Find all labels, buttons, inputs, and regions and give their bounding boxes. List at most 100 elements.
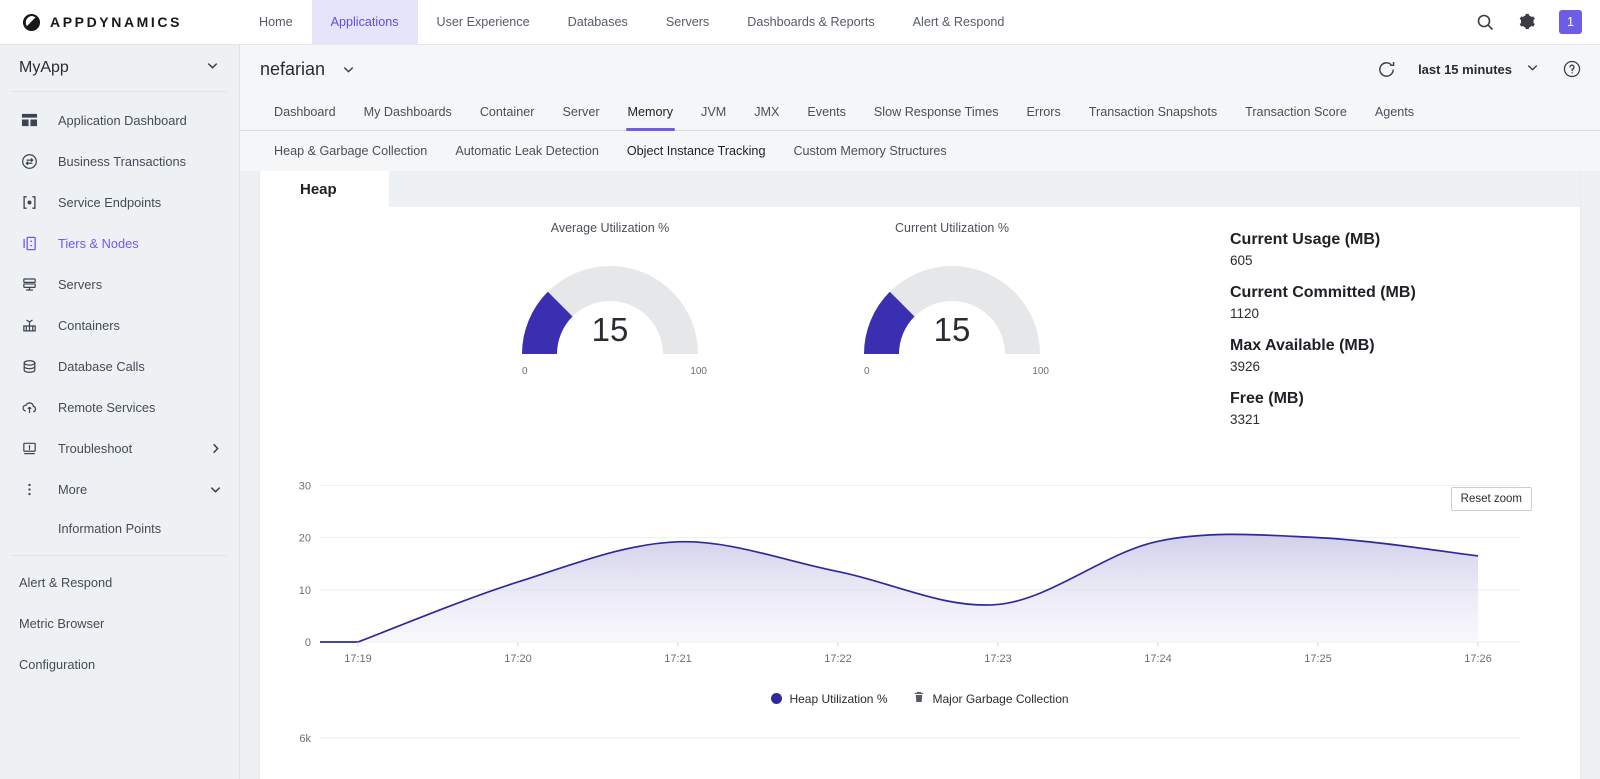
sidebar-item-information-points[interactable]: Information Points — [0, 510, 239, 547]
svg-text:17:24: 17:24 — [1144, 653, 1172, 665]
sidebar-item-label: Business Transactions — [58, 154, 187, 169]
nav-applications[interactable]: Applications — [311, 0, 418, 44]
metric-max-available: Max Available (MB) 3926 — [1230, 337, 1534, 374]
subtab-object-instance-tracking[interactable]: Object Instance Tracking — [613, 144, 780, 158]
sidebar-item-configuration[interactable]: Configuration — [0, 644, 239, 685]
chart-canvas[interactable]: 0 10 20 30 17:19 17:20 17:21 17:22 17:23 17:24 17:… — [280, 457, 1530, 682]
chart-canvas-2[interactable]: 6k — [280, 718, 1530, 758]
sidebar-item-metric-browser[interactable]: Metric Browser — [0, 603, 239, 644]
tab-errors[interactable]: Errors — [1013, 93, 1075, 130]
metric-value: 3926 — [1230, 359, 1261, 374]
heap-panel: Heap Average Utilization % 15 0 100 Curr… — [260, 171, 1580, 779]
sidebar-item-remote-services[interactable]: Remote Services — [0, 387, 239, 428]
nav-databases[interactable]: Databases — [549, 0, 647, 44]
servers-stack-icon — [16, 276, 42, 293]
brand[interactable]: APPDYNAMICS — [0, 0, 240, 44]
chevron-right-icon[interactable] — [208, 441, 223, 456]
svg-text:20: 20 — [299, 533, 311, 545]
nav-dashboards-reports[interactable]: Dashboards & Reports — [728, 0, 893, 44]
transactions-arrows-icon — [16, 153, 42, 170]
tab-bar: Dashboard My Dashboards Container Server… — [240, 93, 1600, 131]
tab-memory[interactable]: Memory — [614, 93, 687, 131]
secondary-chart[interactable]: 6k — [280, 718, 1560, 763]
gauges-row: Average Utilization % 15 0 100 Current U… — [280, 207, 1560, 443]
sidebar-item-label: More — [58, 482, 88, 497]
tab-transaction-score[interactable]: Transaction Score — [1231, 93, 1361, 130]
chevron-down-icon[interactable] — [208, 482, 223, 497]
sidebar-item-more[interactable]: More — [0, 469, 239, 510]
tab-jmx[interactable]: JMX — [740, 93, 793, 130]
service-endpoint-icon — [16, 194, 42, 211]
metric-label: Max Available (MB) — [1230, 337, 1375, 354]
metric-label: Free (MB) — [1230, 390, 1304, 407]
metric-value: 3321 — [1230, 412, 1261, 427]
tab-dashboard[interactable]: Dashboard — [260, 93, 350, 130]
reset-zoom-button[interactable]: Reset zoom — [1450, 487, 1532, 511]
troubleshoot-monitor-icon — [16, 440, 42, 457]
subtab-custom-memory-structures[interactable]: Custom Memory Structures — [779, 144, 960, 158]
time-range-selector[interactable]: last 15 minutes — [1418, 60, 1540, 78]
search-icon[interactable] — [1475, 12, 1495, 32]
metric-free: Free (MB) 3321 — [1230, 390, 1534, 427]
tab-my-dashboards[interactable]: My Dashboards — [350, 93, 466, 130]
metric-current-usage: Current Usage (MB) 605 — [1230, 231, 1534, 268]
sidebar-item-business-transactions[interactable]: Business Transactions — [0, 141, 239, 182]
nav-servers[interactable]: Servers — [647, 0, 728, 44]
gauge-dial: 15 0 100 — [505, 249, 715, 377]
tab-container[interactable]: Container — [466, 93, 549, 130]
notification-badge[interactable]: 1 — [1559, 10, 1582, 34]
legend-heap-utilization[interactable]: Heap Utilization % — [771, 692, 887, 706]
page-title: nefarian — [260, 58, 326, 79]
content-area: nefarian last 15 minutes Dashboard My Da… — [240, 45, 1600, 779]
sidebar-nav: Application Dashboard Business Transacti… — [0, 92, 239, 547]
gauge-max-label: 100 — [1032, 366, 1049, 377]
tab-transaction-snapshots[interactable]: Transaction Snapshots — [1075, 93, 1231, 130]
subtab-automatic-leak-detection[interactable]: Automatic Leak Detection — [441, 144, 613, 158]
legend-major-garbage-collection[interactable]: Major Garbage Collection — [913, 691, 1069, 706]
gauge-value: 15 — [591, 311, 629, 348]
app-selector[interactable]: MyApp — [0, 45, 239, 91]
sidebar-item-label: Service Endpoints — [58, 195, 162, 210]
gauge-max-label: 100 — [690, 366, 707, 377]
sidebar-item-application-dashboard[interactable]: Application Dashboard — [0, 100, 239, 141]
sidebar-item-containers[interactable]: Containers — [0, 305, 239, 346]
tab-events[interactable]: Events — [793, 93, 860, 130]
svg-text:17:20: 17:20 — [504, 653, 532, 665]
more-vertical-dots-icon — [16, 481, 42, 498]
svg-text:17:19: 17:19 — [344, 653, 372, 665]
dashboard-grid-icon — [16, 112, 42, 129]
sidebar-item-service-endpoints[interactable]: Service Endpoints — [0, 182, 239, 223]
metrics-list: Current Usage (MB) 605 Current Committed… — [1230, 221, 1560, 443]
chevron-down-icon[interactable] — [341, 62, 356, 77]
subtab-heap-garbage-collection[interactable]: Heap & Garbage Collection — [260, 144, 441, 158]
sidebar-item-servers[interactable]: Servers — [0, 264, 239, 305]
sidebar-item-tiers-nodes[interactable]: Tiers & Nodes — [0, 223, 239, 264]
tab-server[interactable]: Server — [548, 93, 613, 130]
heap-utilization-chart[interactable]: Reset zoom 0 10 20 30 17:19 17:20 17:21 17:22 17… — [280, 457, 1560, 706]
tab-slow-response-times[interactable]: Slow Response Times — [860, 93, 1013, 130]
app-selector-label: MyApp — [19, 59, 69, 76]
panel-tab-heap[interactable]: Heap — [260, 171, 390, 207]
main-nav: Home Applications User Experience Databa… — [240, 0, 1023, 44]
sidebar-item-database-calls[interactable]: Database Calls — [0, 346, 239, 387]
sidebar-item-label: Troubleshoot — [58, 441, 133, 456]
gear-icon[interactable] — [1517, 12, 1537, 32]
sidebar-item-label: Containers — [58, 318, 120, 333]
svg-text:10: 10 — [299, 585, 311, 597]
nav-home[interactable]: Home — [240, 0, 312, 44]
gauge-value: 15 — [933, 311, 971, 348]
svg-text:0: 0 — [305, 637, 311, 649]
app-shell: MyApp Application Dashboard Business Tra… — [0, 45, 1600, 779]
nav-alert-respond[interactable]: Alert & Respond — [894, 0, 1024, 44]
page-header-row: nefarian last 15 minutes — [240, 45, 1600, 93]
nav-user-experience[interactable]: User Experience — [418, 0, 549, 44]
gauge-dial: 15 0 100 — [847, 249, 1057, 377]
refresh-icon[interactable] — [1376, 59, 1396, 79]
sidebar-item-alert-respond[interactable]: Alert & Respond — [0, 562, 239, 603]
sidebar-item-troubleshoot[interactable]: Troubleshoot — [0, 428, 239, 469]
tab-agents[interactable]: Agents — [1361, 93, 1428, 130]
gauge-min-label: 0 — [864, 366, 870, 377]
tab-jvm[interactable]: JVM — [687, 93, 740, 130]
metric-value: 1120 — [1230, 306, 1260, 321]
help-circle-icon[interactable] — [1562, 59, 1582, 79]
